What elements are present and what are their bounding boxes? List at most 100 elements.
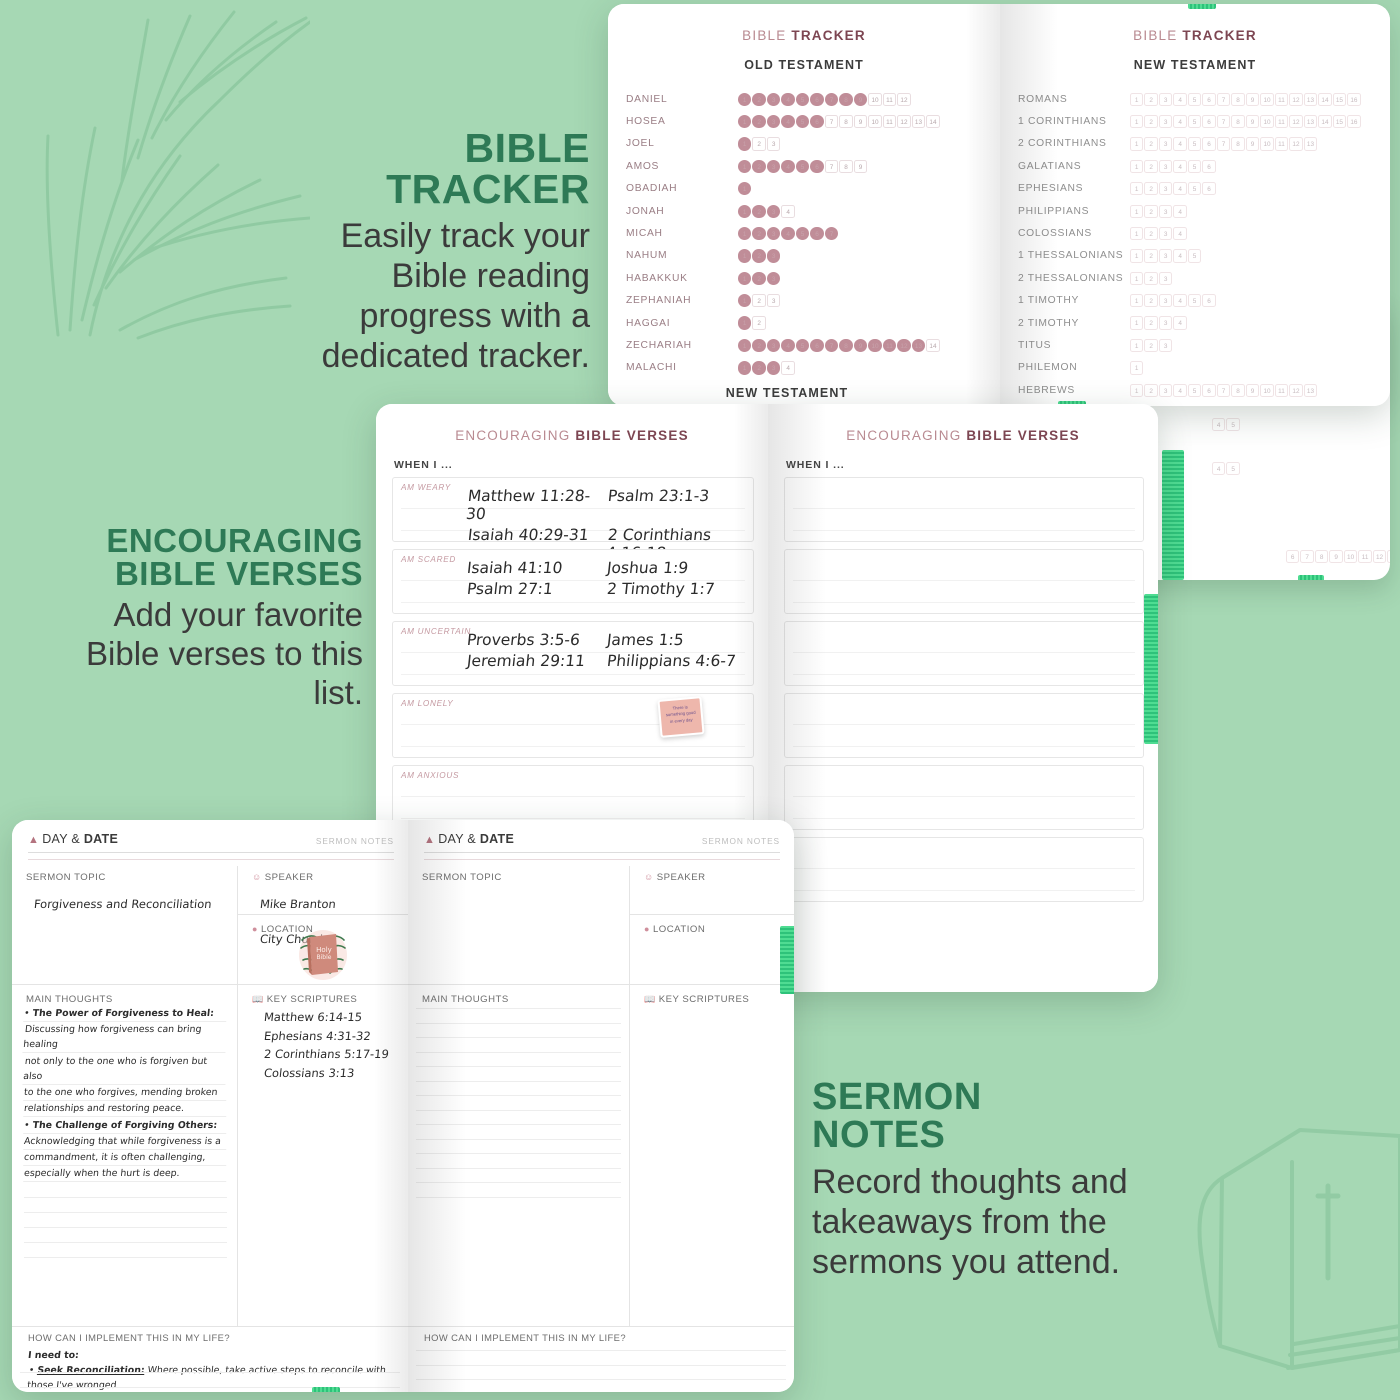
chapter-chip[interactable]: 1 [738, 92, 752, 106]
chapter-chip[interactable]: 1 [1130, 159, 1144, 174]
chapter-chip[interactable]: 4 [781, 159, 795, 174]
chapter-chip[interactable]: 3 [1158, 383, 1173, 397]
chapter-chip[interactable]: 1 [738, 271, 752, 285]
chapter-chip[interactable]: 2 [1144, 338, 1158, 353]
chapter-chip[interactable]: 3 [766, 159, 781, 174]
chapter-chip[interactable]: 3 [1158, 294, 1173, 308]
chapter-chip[interactable]: 11 [1274, 383, 1289, 397]
chapter-chip[interactable]: 4 [781, 114, 795, 129]
chapter-chip[interactable]: 10 [1260, 137, 1274, 151]
chapter-chip[interactable]: 9 [853, 92, 868, 106]
chapter-chip[interactable]: 14 [1318, 114, 1332, 129]
chapter-chip[interactable]: 2 [1144, 92, 1158, 106]
chapter-chip[interactable]: 1 [738, 226, 752, 241]
chapter-chip[interactable]: 15 [1332, 92, 1347, 106]
chapter-chip[interactable]: 7 [1300, 550, 1314, 564]
chapter-chip[interactable]: 1 [738, 182, 752, 196]
chapter-chip[interactable]: 1 [738, 114, 752, 129]
chapter-chip[interactable]: 2 [1144, 316, 1158, 330]
chapter-chip[interactable]: 3 [1158, 249, 1173, 263]
chapter-chip[interactable]: 5 [1187, 137, 1202, 151]
chapter-chip[interactable]: 11 [882, 92, 897, 106]
chapter-chip[interactable]: 2 [752, 159, 766, 174]
chapter-chip[interactable]: 4 [1173, 137, 1187, 151]
main-thought-line[interactable]: • The Challenge of Forgiving Others: [23, 1117, 228, 1134]
chapter-chip[interactable]: 7 [824, 338, 839, 353]
verse-entry[interactable]: Isaiah 41:10 [466, 559, 608, 577]
chapter-chip[interactable]: 7 [1216, 383, 1231, 397]
chapter-chip[interactable]: 6 [810, 338, 824, 353]
chapter-chip[interactable]: 2 [752, 316, 766, 330]
chapter-chip[interactable]: 9 [1245, 383, 1260, 397]
chapter-chip[interactable]: 2 [1144, 249, 1158, 263]
verse-entry[interactable]: Matthew 11:28-30 [465, 487, 609, 523]
verse-category-box[interactable] [784, 693, 1144, 758]
chapter-chip[interactable]: 11 [1358, 550, 1372, 564]
chapter-chip[interactable]: 2 [1144, 137, 1158, 151]
chapter-chip[interactable]: 4 [1173, 159, 1187, 174]
key-scripture-item[interactable]: 2 Corinthians 5:17-19 [263, 1045, 390, 1064]
chapter-chip[interactable]: 6 [810, 226, 824, 241]
verse-category-box[interactable] [784, 477, 1144, 542]
verse-entry[interactable]: Psalm 23:1-3 [605, 487, 749, 523]
chapter-chip[interactable]: 2 [752, 226, 766, 241]
chapter-chip[interactable]: 8 [1231, 383, 1245, 397]
main-thoughts-content[interactable]: • The Power of Forgiveness to Heal: Discu… [22, 1006, 229, 1258]
chapter-chip[interactable]: 10 [1260, 383, 1274, 397]
chapter-chip[interactable]: 3 [766, 361, 781, 375]
chapter-chip[interactable]: 16 [1347, 114, 1361, 129]
chapter-chip[interactable]: 9 [1245, 114, 1260, 129]
chapter-chip[interactable]: 6 [1202, 137, 1216, 151]
chapter-chip[interactable]: 4 [1173, 249, 1187, 263]
main-thought-line[interactable]: especially when the hurt is deep. [23, 1166, 228, 1183]
chapter-chip[interactable]: 4 [781, 361, 795, 375]
sermon-topic-value[interactable]: Forgiveness and Reconciliation [33, 897, 212, 911]
chapter-chip[interactable]: 10 [1260, 92, 1274, 106]
verse-category-box[interactable]: AM WEARY Matthew 11:28-30 Psalm 23:1-3 Isai… [392, 477, 754, 562]
chapter-chip[interactable]: 3 [1158, 204, 1173, 218]
chapter-chip[interactable]: 6 [1202, 383, 1216, 397]
chapter-chip[interactable]: 9 [853, 338, 868, 353]
chapter-chip[interactable]: 4 [1212, 418, 1226, 432]
chapter-chip[interactable]: 3 [766, 114, 781, 129]
main-thought-empty-line[interactable] [24, 1243, 227, 1258]
chapter-chip[interactable]: 6 [810, 114, 824, 129]
chapter-chip[interactable]: 3 [1158, 92, 1173, 106]
chapter-chip[interactable]: 2 [752, 137, 766, 151]
chapter-chip[interactable]: 1 [1130, 137, 1144, 151]
chapter-chip[interactable]: 8 [1231, 114, 1245, 129]
chapter-chip[interactable]: 12 [897, 338, 911, 353]
chapter-chip[interactable]: 6 [1202, 92, 1216, 106]
chapter-chip[interactable]: 7 [1216, 92, 1231, 106]
chapter-chip[interactable]: 8 [1231, 137, 1245, 151]
verse-category-box[interactable]: AM SCARED Isaiah 41:10 Joshua 1:9 Psalm 27:… [392, 549, 754, 614]
chapter-chip[interactable]: 6 [810, 159, 824, 174]
chapter-chip[interactable]: 4 [1173, 114, 1187, 129]
chapter-chip[interactable]: 7 [1216, 137, 1231, 151]
chapter-chip[interactable]: 4 [1212, 462, 1226, 476]
chapter-chip[interactable]: 13 [1303, 383, 1318, 397]
chapter-chip[interactable]: 8 [839, 92, 853, 106]
chapter-chip[interactable]: 5 [1187, 294, 1202, 308]
chapter-chip[interactable]: 2 [1144, 114, 1158, 129]
chapter-chip[interactable]: 2 [752, 204, 766, 218]
verse-entry[interactable]: Joshua 1:9 [606, 559, 748, 577]
chapter-chip[interactable]: 14 [926, 114, 940, 129]
verse-category-box[interactable]: AM UNCERTAIN Proverbs 3:5-6 James 1:5 Jerem… [392, 621, 754, 686]
verse-entry[interactable]: Philippians 4:6-7 [606, 652, 748, 670]
chapter-chip[interactable]: 5 [1187, 114, 1202, 129]
chapter-chip[interactable]: 6 [1202, 182, 1216, 196]
verse-category-box[interactable]: AM LONELY There is something good in ever… [392, 693, 754, 758]
chapter-chip[interactable]: 3 [766, 294, 781, 308]
main-thoughts-ruled-lines[interactable] [416, 1008, 621, 1211]
chapter-chip[interactable]: 15 [1332, 114, 1347, 129]
chapter-chip[interactable]: 14 [1318, 92, 1332, 106]
implement-lead[interactable]: I need to: [27, 1348, 79, 1363]
chapter-chip[interactable]: 3 [766, 92, 781, 106]
main-thought-line[interactable]: relationships and restoring peace. [23, 1101, 228, 1118]
chapter-chip[interactable]: 5 [795, 226, 810, 241]
chapter-chip[interactable]: 11 [882, 338, 897, 353]
chapter-chip[interactable]: 1 [1130, 204, 1144, 218]
chapter-chip[interactable]: 3 [766, 204, 781, 218]
chapter-chip[interactable]: 2 [1144, 294, 1158, 308]
